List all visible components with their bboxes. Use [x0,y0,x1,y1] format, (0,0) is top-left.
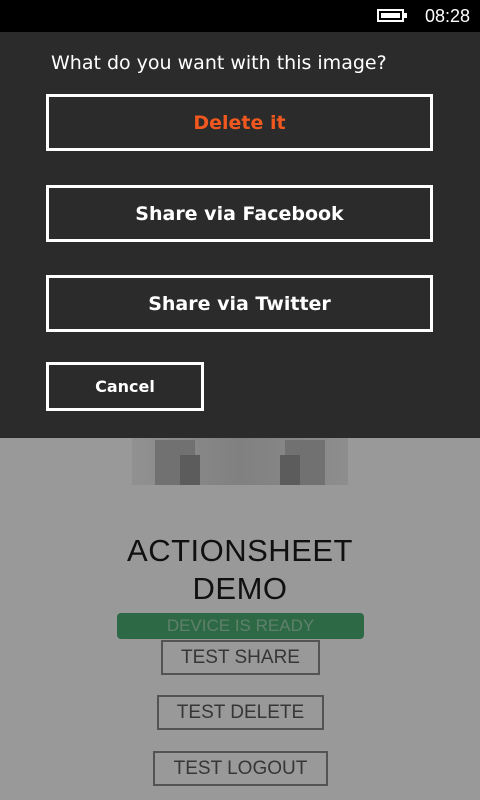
status-bar: 08:28 [0,0,480,32]
clock: 08:28 [424,6,470,26]
action-sheet-title: What do you want with this image? [51,52,387,74]
delete-button[interactable]: Delete it [46,94,433,151]
action-sheet: What do you want with this image? Delete… [0,32,480,438]
share-twitter-button[interactable]: Share via Twitter [46,275,433,332]
battery-full-icon [377,9,407,22]
share-facebook-button[interactable]: Share via Facebook [46,185,433,242]
cancel-button[interactable]: Cancel [46,362,204,411]
